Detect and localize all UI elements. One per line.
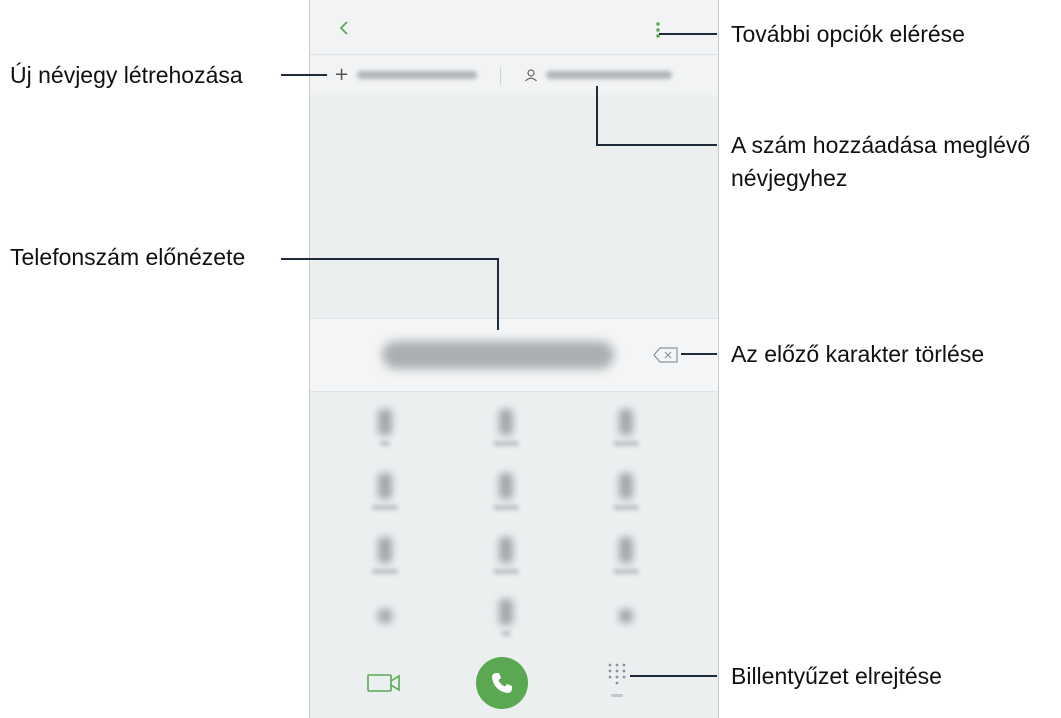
number-preview: [310, 318, 718, 392]
bottom-actions: [310, 647, 718, 718]
key-star[interactable]: [365, 609, 405, 623]
key-3[interactable]: [606, 409, 646, 446]
create-contact-button[interactable]: +: [334, 63, 478, 87]
key-0[interactable]: [486, 599, 526, 636]
key-8[interactable]: [486, 537, 526, 574]
callout-more-options: További opciók elérése: [731, 21, 965, 47]
callout-line-add-existing-h: [596, 144, 717, 146]
callout-create-contact: Új névjegy létrehozása: [10, 62, 243, 88]
plus-icon: +: [334, 64, 350, 85]
person-icon: [525, 69, 537, 82]
callout-hide-keypad: Billentyűzet elrejtése: [731, 663, 942, 689]
contact-action-bar: +: [310, 55, 718, 95]
more-options-icon[interactable]: [650, 21, 666, 41]
key-9[interactable]: [606, 537, 646, 574]
callout-line-create-contact: [281, 74, 327, 76]
back-arrow-icon[interactable]: [334, 18, 354, 38]
callout-line-number-preview-v: [497, 258, 499, 330]
callout-line-delete-char: [681, 353, 717, 355]
phone-dialer-screen: +: [309, 0, 719, 718]
callout-line-hide-keypad: [630, 675, 717, 677]
update-existing-label: [546, 71, 672, 79]
create-contact-label: [357, 71, 478, 79]
key-4[interactable]: [365, 473, 405, 510]
key-6[interactable]: [606, 473, 646, 510]
update-existing-button[interactable]: [524, 63, 672, 87]
phone-icon: [492, 673, 512, 693]
call-button[interactable]: [476, 657, 528, 709]
video-call-icon[interactable]: [366, 671, 402, 695]
key-hash[interactable]: [606, 609, 646, 623]
phone-number-display: [382, 341, 614, 369]
callout-line-add-existing-v: [596, 86, 598, 146]
divider: [500, 67, 501, 85]
backspace-icon[interactable]: [652, 345, 680, 365]
dial-keypad: [310, 391, 718, 647]
key-1[interactable]: [365, 409, 405, 446]
top-bar: [310, 0, 718, 55]
key-2[interactable]: [486, 409, 526, 446]
keypad-icon[interactable]: [606, 661, 628, 701]
callout-delete-char: Az előző karakter törlése: [731, 341, 985, 367]
key-5[interactable]: [486, 473, 526, 510]
callout-line-more-options: [659, 33, 717, 35]
callout-number-preview: Telefonszám előnézete: [10, 244, 246, 270]
callout-add-existing-line2: névjegyhez: [731, 165, 848, 191]
callout-line-number-preview-h: [281, 258, 499, 260]
callout-add-existing-line1: A szám hozzáadása meglévő: [731, 132, 1031, 158]
key-7[interactable]: [365, 537, 405, 574]
